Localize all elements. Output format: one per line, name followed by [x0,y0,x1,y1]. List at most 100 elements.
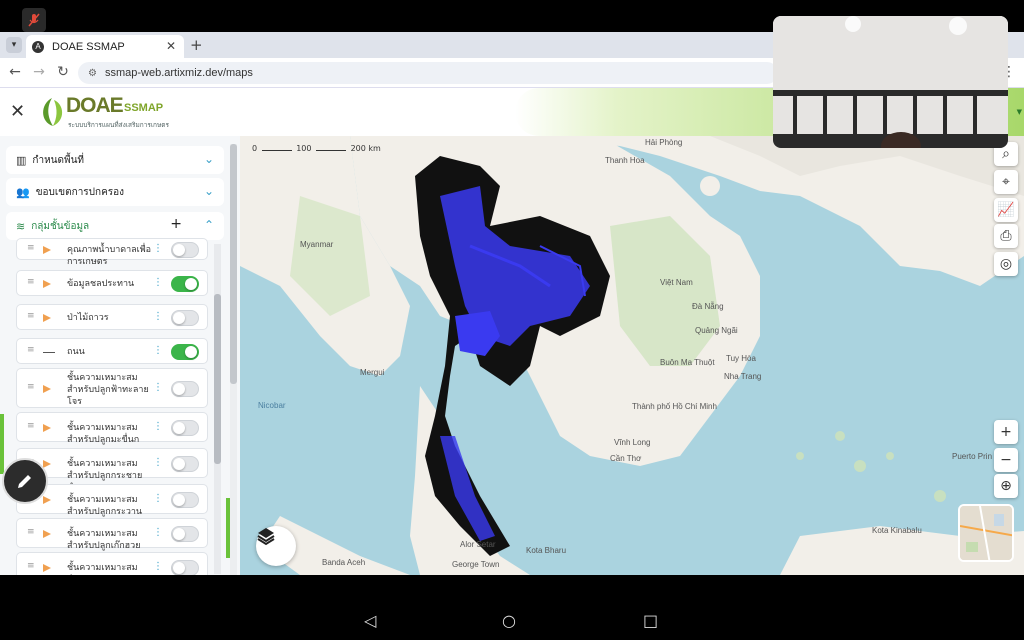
line-symbol-icon [43,352,55,353]
toggle-knob [173,562,185,574]
polygon-symbol-icon [43,314,51,322]
layer-menu-icon[interactable]: ⋮ [153,527,163,538]
polygon-symbol-icon [43,460,51,468]
layer-toggle[interactable] [171,492,199,508]
sidebar-scrollbar[interactable] [230,144,237,575]
layer-toggle[interactable] [171,560,199,575]
map-print-button[interactable]: ⎙ [994,224,1018,248]
map-label: Mergui [360,368,385,377]
layer-toggle[interactable] [171,344,199,360]
home-nav-icon[interactable]: ○ [502,611,516,630]
layer-menu-icon[interactable]: ⋮ [153,345,163,356]
polygon-symbol-icon [43,280,51,288]
pencil-icon [18,475,31,488]
zoom-out-button[interactable]: − [994,448,1018,472]
toggle-knob [173,528,185,540]
scrollbar-thumb[interactable] [214,294,221,464]
layers-button[interactable] [256,526,296,566]
layer-toggle[interactable] [171,310,199,326]
layer-label: ถนน [67,347,85,357]
layer-item[interactable]: ≡ ป่าไม้ถาวร ⋮ [16,304,208,330]
chevron-up-icon[interactable]: ⌃ [204,218,214,232]
close-sidebar-icon[interactable]: ✕ [10,101,25,122]
print-icon: ⎙ [1000,228,1012,244]
section-layer-group[interactable]: ≋ กลุ่มชั้นข้อมูล + ⌃ [6,212,224,240]
scrollbar-thumb[interactable] [230,144,237,384]
mic-off-icon[interactable] [22,8,46,32]
map-chart-button[interactable]: 📈 [994,198,1018,222]
drag-handle-icon[interactable]: ≡ [27,277,35,287]
layer-item[interactable]: ≡ คุณภาพน้ำบาดาลเพื่อการเกษตร ⋮ [16,238,208,267]
new-tab-icon[interactable]: + [190,36,203,54]
recents-nav-icon[interactable]: □ [643,611,658,630]
webcam-overlay[interactable] [773,16,1008,148]
map-pin-icon: ⌖ [1002,174,1010,190]
back-nav-icon[interactable]: ◁ [364,611,376,630]
layer-toggle[interactable] [171,420,199,436]
scale-label: 100 [296,144,312,153]
map-label: George Town [452,560,500,569]
layer-menu-icon[interactable]: ⋮ [153,277,163,288]
tab-search-icon[interactable]: ▾ [6,37,22,53]
map-label: Nicobar [258,401,286,410]
header-dropdown-icon[interactable]: ▼ [1017,108,1022,116]
layer-menu-icon[interactable]: ⋮ [153,493,163,504]
map-canvas [240,136,1024,575]
chevron-down-icon[interactable]: ⌄ [204,184,214,198]
layer-menu-icon[interactable]: ⋮ [153,382,163,393]
drag-handle-icon[interactable]: ≡ [27,345,35,355]
reload-icon[interactable]: ↻ [54,64,72,80]
map-label: Kota Kinabalu [872,526,922,535]
drag-handle-icon[interactable]: ≡ [27,561,35,571]
layer-toggle[interactable] [171,242,199,258]
scale-label: 200 km [350,144,381,153]
forward-icon[interactable]: → [30,64,48,80]
layer-toggle[interactable] [171,526,199,542]
basemap-switcher[interactable] [958,504,1014,562]
browser-tab[interactable]: A DOAE SSMAP ✕ [26,35,184,58]
layer-item[interactable]: ≡ ชั้นความเหมาะสมสำหรับปลูกเพชรสังฆาต ⋮ [16,552,208,575]
layer-toggle[interactable] [171,381,199,397]
toggle-knob [173,312,185,324]
section-admin-boundary[interactable]: 👥 ขอบเขตการปกครอง ⌄ [6,178,224,206]
layer-toggle[interactable] [171,456,199,472]
site-info-icon[interactable]: ⚙ [88,68,97,79]
layer-item[interactable]: ≡ ข้อมูลชลประทาน ⋮ [16,270,208,296]
edit-button[interactable] [2,458,48,504]
polygon-symbol-icon [43,564,51,572]
toggle-knob [173,383,185,395]
layer-menu-icon[interactable]: ⋮ [153,421,163,432]
section-area[interactable]: ▥ กำหนดพื้นที่ ⌄ [6,146,224,174]
layer-menu-icon[interactable]: ⋮ [153,457,163,468]
drag-handle-icon[interactable]: ≡ [27,311,35,321]
radar-icon: ◎ [999,256,1013,272]
my-location-button[interactable]: ⊕ [994,474,1018,498]
drag-handle-icon[interactable]: ≡ [27,527,35,537]
map-radius-button[interactable]: ◎ [994,252,1018,276]
drag-handle-icon[interactable]: ≡ [27,421,35,431]
layer-list-scrollbar[interactable] [214,244,221,574]
map-label: Tuy Hòa [726,354,756,363]
layer-menu-icon[interactable]: ⋮ [153,311,163,322]
back-icon[interactable]: ← [6,64,24,80]
map-location-button[interactable]: ⌖ [994,170,1018,194]
add-layer-icon[interactable]: + [170,216,182,232]
url-field[interactable]: ⚙ ssmap-web.artixmiz.dev/maps [78,62,778,84]
zoom-in-button[interactable]: + [994,420,1018,444]
tab-close-icon[interactable]: ✕ [166,39,176,53]
map-view[interactable]: 0 100 200 km Thanh Hoa Hải Phòng Việt Na… [240,136,1024,575]
map-label: Thành phố Hồ Chí Minh [632,402,717,411]
layer-item[interactable]: ≡ ชั้นความเหมาะสมสำหรับปลูกมะขื่นก ⋮ [16,412,208,445]
layer-item[interactable]: ≡ ชั้นความเหมาะสมสำหรับปลูกเก๊กฮวย ⋮ [16,518,208,551]
polygon-symbol-icon [43,246,51,254]
layer-item[interactable]: ≡ ชั้นความเหมาะสมสำหรับปลูกฟ้าทะลายโจร ⋮ [16,368,208,408]
layer-menu-icon[interactable]: ⋮ [153,561,163,572]
layer-toggle[interactable] [171,276,199,292]
layer-item[interactable]: ≡ ถนน ⋮ [16,338,208,364]
drag-handle-icon[interactable]: ≡ [27,382,35,392]
green-edge-decoration [226,498,230,558]
drag-handle-icon[interactable]: ≡ [27,243,35,253]
layer-menu-icon[interactable]: ⋮ [153,243,163,254]
map-label: Quảng Ngãi [695,326,738,335]
chevron-down-icon[interactable]: ⌄ [204,152,214,166]
